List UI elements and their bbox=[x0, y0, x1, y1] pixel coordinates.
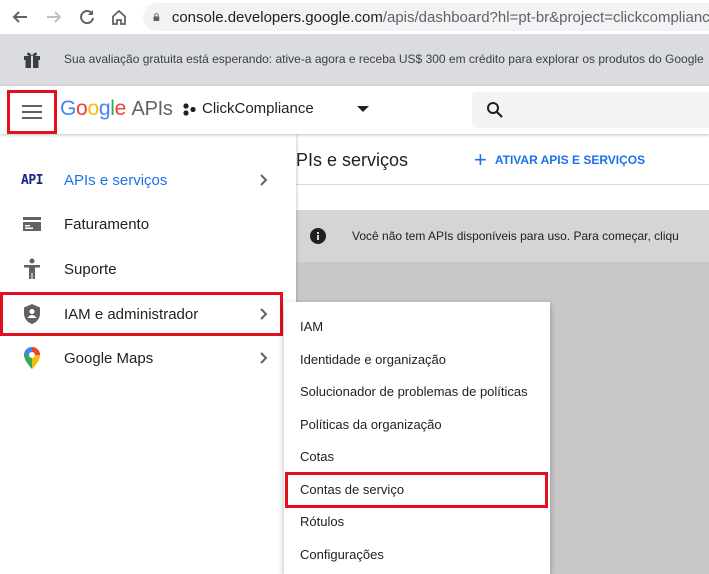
trial-banner-text: Sua avaliação gratuita está esperando: a… bbox=[64, 52, 704, 66]
chevron-right-icon bbox=[260, 174, 268, 186]
plus-icon: + bbox=[474, 147, 487, 172]
submenu-item-iam[interactable]: IAM bbox=[284, 310, 550, 342]
nav-item-support[interactable]: Suporte bbox=[0, 247, 296, 291]
service-accounts-highlight-box bbox=[285, 472, 548, 508]
submenu-item-settings[interactable]: Configurações bbox=[284, 538, 550, 570]
info-text: Você não tem APIs disponíveis para uso. … bbox=[352, 229, 679, 243]
url-host: console.developers.google.com bbox=[171, 8, 383, 26]
submenu-item-label: Identidade e organização bbox=[300, 351, 447, 367]
nav-item-label: Suporte bbox=[64, 260, 117, 278]
iam-submenu: IAM Identidade e organização Solucionado… bbox=[284, 302, 550, 574]
info-banner: Você não tem APIs disponíveis para uso. … bbox=[296, 210, 709, 262]
nav-item-label: APIs e serviços bbox=[64, 171, 168, 189]
submenu-item-label: IAM bbox=[300, 318, 324, 334]
submenu-item-label: Configurações bbox=[300, 546, 384, 562]
nav-item-apis-services[interactable]: API APIs e serviços bbox=[0, 158, 296, 202]
google-wordmark-letter: e bbox=[114, 97, 127, 120]
gift-icon bbox=[22, 50, 42, 75]
apis-wordmark: APIs bbox=[131, 98, 173, 120]
project-dots-icon bbox=[183, 102, 196, 116]
reload-icon[interactable] bbox=[75, 5, 99, 29]
nav-item-label: Google Maps bbox=[64, 349, 154, 367]
iam-admin-highlight-box bbox=[0, 292, 283, 336]
nav-item-google-maps[interactable]: Google Maps bbox=[0, 336, 296, 380]
console-header: Google APIs ClickCompliance bbox=[0, 86, 709, 134]
nav-item-label: Faturamento bbox=[64, 215, 150, 233]
project-name: ClickCompliance bbox=[202, 100, 314, 117]
nav-item-billing[interactable]: Faturamento bbox=[0, 202, 296, 246]
search-input[interactable] bbox=[472, 92, 709, 128]
submenu-item-identity-organization[interactable]: Identidade e organização bbox=[284, 343, 550, 375]
enable-apis-button[interactable]: + ATIVAR APIS E SERVIÇOS bbox=[474, 147, 646, 172]
api-icon: API bbox=[21, 172, 43, 188]
support-icon bbox=[20, 257, 44, 281]
submenu-item-policy-troubleshooter[interactable]: Solucionador de problemas de políticas bbox=[284, 375, 550, 407]
submenu-item-organization-policies[interactable]: Políticas da organização bbox=[284, 408, 550, 440]
home-icon[interactable] bbox=[107, 5, 131, 29]
info-icon bbox=[310, 228, 326, 244]
address-bar[interactable]: console.developers.google.com/apis/dashb… bbox=[143, 3, 709, 31]
back-arrow-icon[interactable] bbox=[8, 5, 32, 29]
trial-banner: Sua avaliação gratuita está esperando: a… bbox=[0, 34, 709, 86]
chevron-right-icon bbox=[260, 352, 268, 364]
divider bbox=[296, 184, 709, 185]
project-picker[interactable]: ClickCompliance bbox=[182, 100, 314, 117]
submenu-item-quotas[interactable]: Cotas bbox=[284, 440, 550, 472]
google-apis-logo[interactable]: Google APIs bbox=[60, 97, 173, 121]
hamburger-icon bbox=[22, 105, 42, 119]
nav-menu: API APIs e serviços Faturamento Suporte … bbox=[0, 134, 296, 574]
google-wordmark-letter: o bbox=[87, 97, 99, 120]
google-wordmark-letter: G bbox=[60, 97, 77, 120]
google-wordmark: Google bbox=[60, 97, 126, 120]
google-wordmark-letter: o bbox=[76, 97, 88, 120]
submenu-item-label: Rótulos bbox=[300, 513, 345, 529]
forward-arrow-icon[interactable] bbox=[42, 5, 66, 29]
lock-icon bbox=[153, 13, 160, 21]
submenu-item-labels[interactable]: Rótulos bbox=[284, 505, 550, 537]
search-icon bbox=[487, 102, 503, 118]
main-menu-button[interactable] bbox=[7, 90, 57, 134]
maps-pin-icon bbox=[20, 346, 44, 370]
chevron-down-icon[interactable] bbox=[357, 106, 369, 112]
google-wordmark-letter: g bbox=[98, 97, 111, 120]
url-path: /apis/dashboard?hl=pt-br&project=clickco… bbox=[382, 8, 709, 26]
browser-toolbar: console.developers.google.com/apis/dashb… bbox=[0, 0, 709, 34]
billing-icon bbox=[20, 212, 44, 236]
submenu-item-label: Solucionador de problemas de políticas bbox=[300, 383, 528, 399]
submenu-item-label: Políticas da organização bbox=[300, 416, 442, 432]
page-title: PIs e serviços bbox=[296, 150, 409, 170]
submenu-item-label: Cotas bbox=[300, 448, 334, 464]
enable-apis-label: ATIVAR APIS E SERVIÇOS bbox=[494, 153, 646, 167]
